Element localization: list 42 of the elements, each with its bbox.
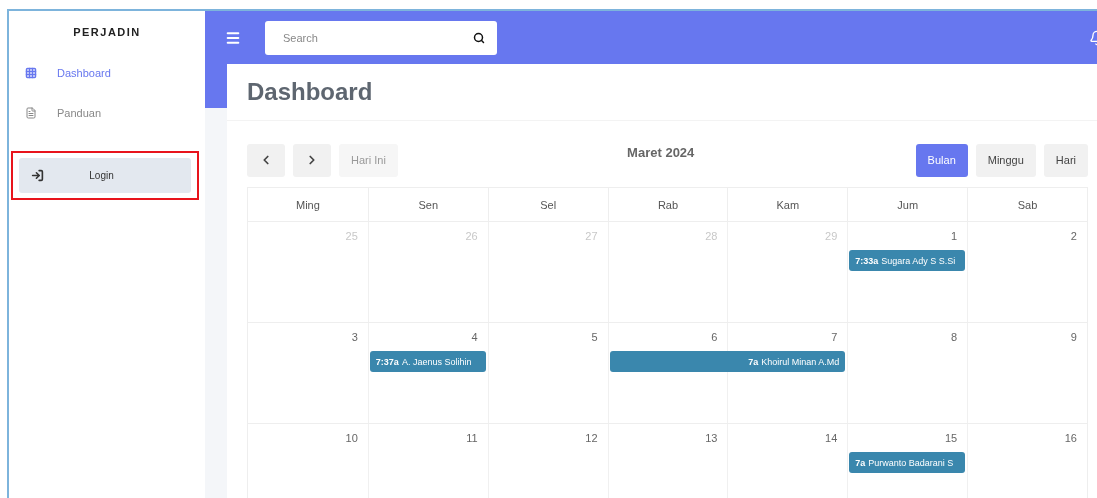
calendar-event[interactable]: 7:37a A. Jaenus Solihin [369,351,486,372]
weekday-header: Sel [487,188,608,221]
view-button[interactable]: Minggu [975,143,1036,177]
weekday-header: Ming [295,197,321,213]
page-title: Dashboard [247,77,374,107]
weekday-header: Jum [847,188,968,221]
date-number: 13 [705,432,718,444]
calendar-title: Maret 2024 [626,144,696,160]
document-icon [25,107,37,119]
date-number: 7 [831,331,838,343]
login-icon [31,169,44,182]
date-number: 4 [471,331,478,343]
date-number: 11 [466,432,478,444]
weekday-header: Kam [727,188,848,221]
calendar-event[interactable]: 7a Purwanto Badarani S [849,452,966,473]
date-number: 10 [345,432,358,444]
sidebar-item[interactable]: Dashboard [9,53,205,93]
date-number: 6 [711,331,718,343]
weekday-header: Rab [607,188,728,221]
search-box[interactable]: Search [265,20,497,55]
date-number: 15 [944,432,958,444]
weekday-header: Sab [967,188,1087,221]
date-number: 8 [951,331,958,343]
weekday-header: Sen [367,188,488,221]
date-number: 2 [1070,230,1077,242]
menu-icon[interactable] [225,29,241,46]
date-number: 16 [1064,432,1077,444]
calendar-event[interactable]: 7:33a Sugara Ady S S.Si [849,250,966,271]
view-button[interactable]: Hari [1043,143,1088,177]
search-icon[interactable] [473,31,485,44]
date-number: 3 [351,331,358,343]
grid-icon [25,67,37,79]
date-number: 5 [591,331,598,343]
sidebar-item[interactable]: Panduan [9,93,205,133]
brand-name: PERJADIN [72,25,142,40]
view-button[interactable]: Bulan [915,143,968,177]
calendar-event[interactable]: 7a Khoirul Minan A.Md [609,351,846,372]
date-number: 9 [1070,331,1077,343]
login-button[interactable]: Login [19,158,191,193]
date-number: 14 [825,432,838,444]
date-number: 1 [951,230,958,242]
date-number: 12 [585,432,598,444]
